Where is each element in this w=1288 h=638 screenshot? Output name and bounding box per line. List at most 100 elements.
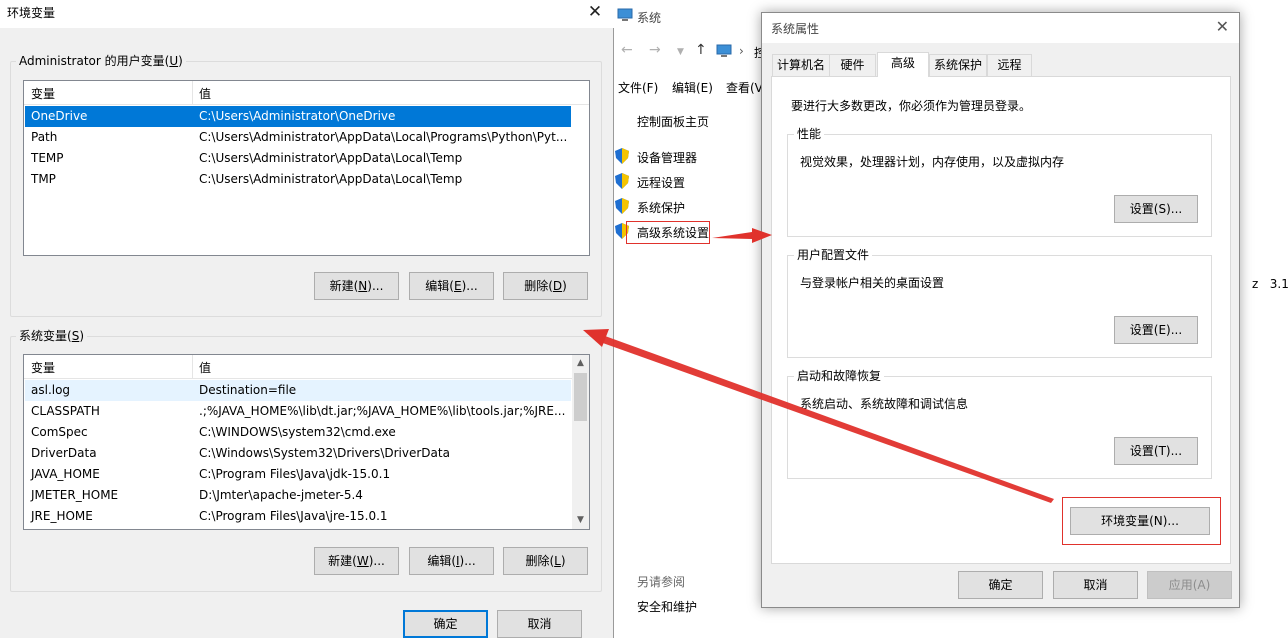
env-titlebar: 环境变量 ✕	[0, 0, 614, 28]
list-header: 变量 值	[24, 355, 572, 379]
table-row[interactable]: JMETER_HOME D:\Jmter\apache-jmeter-5.4	[25, 485, 571, 506]
admin-note: 要进行大多数更改，你必须作为管理员登录。	[791, 99, 1032, 113]
link-security-maintenance[interactable]: 安全和维护	[637, 598, 697, 615]
link-system-protection[interactable]: 系统保护	[637, 199, 685, 216]
group-title: 启动和故障恢复	[794, 368, 885, 384]
table-row[interactable]: OneDrive C:\Users\Administrator\OneDrive	[25, 106, 571, 127]
tab-remote[interactable]: 远程	[987, 54, 1032, 76]
scroll-up-icon[interactable]: ▲	[572, 355, 589, 372]
truncated-info-text: z 3.19 C	[1252, 277, 1288, 291]
system-new-button[interactable]: 新建(W)...	[314, 547, 399, 575]
column-header-value[interactable]: 值	[199, 85, 211, 102]
variable-value: C:\Windows\System32\Drivers\DriverData	[199, 446, 450, 460]
up-icon[interactable]: ↑	[695, 42, 707, 58]
variable-value: C:\WINDOWS\system32\cmd.exe	[199, 425, 396, 439]
menu-bar: 文件(F) 编辑(E) 查看(V	[615, 76, 765, 98]
close-icon[interactable]: ✕	[1216, 17, 1229, 36]
variable-value: C:\Users\Administrator\AppData\Local\Tem…	[199, 151, 463, 165]
column-header-variable[interactable]: 变量	[31, 359, 55, 376]
menu-view[interactable]: 查看(V	[726, 79, 763, 96]
startup-recovery-group: 启动和故障恢复 系统启动、系统故障和调试信息 设置(T)...	[787, 368, 1212, 479]
menu-edit[interactable]: 编辑(E)	[672, 79, 713, 96]
variable-value: C:\Program Files\Java\jdk-15.0.1	[199, 467, 391, 481]
startup-settings-button[interactable]: 设置(T)...	[1114, 437, 1198, 465]
ok-button[interactable]: 确定	[958, 571, 1043, 599]
system-edit-button[interactable]: 编辑(I)...	[409, 547, 494, 575]
table-row[interactable]: DriverData C:\Windows\System32\Drivers\Dr…	[25, 443, 571, 464]
variable-value: C:\Users\Administrator\OneDrive	[199, 109, 396, 123]
table-row[interactable]: JRE_HOME C:\Program Files\Java\jre-15.0.1	[25, 506, 571, 527]
tab-system-protection[interactable]: 系统保护	[929, 54, 987, 76]
link-device-manager[interactable]: 设备管理器	[637, 149, 697, 166]
tab-computer-name[interactable]: 计算机名	[772, 54, 830, 76]
back-icon[interactable]: ←	[621, 42, 633, 58]
group-description: 与登录帐户相关的桌面设置	[800, 276, 945, 290]
system-properties-dialog: 系统属性 ✕ 计算机名 硬件 高级 系统保护 远程 要进行大多数更改，你必须作为…	[761, 12, 1240, 608]
performance-group: 性能 视觉效果，处理器计划，内存使用，以及虚拟内存 设置(S)...	[787, 126, 1212, 237]
table-row[interactable]: TMP C:\Users\Administrator\AppData\Local\…	[25, 169, 571, 190]
variable-name: DriverData	[31, 446, 97, 460]
breadcrumb-separator: ›	[739, 44, 744, 58]
user-edit-button[interactable]: 编辑(E)...	[409, 272, 494, 300]
variable-value: .;%JAVA_HOME%\lib\dt.jar;%JAVA_HOME%\lib…	[199, 404, 566, 418]
group-title: 用户配置文件	[794, 247, 873, 263]
control-panel-home-link[interactable]: 控制面板主页	[637, 113, 709, 130]
scroll-thumb[interactable]	[574, 373, 587, 421]
see-also-label: 另请参阅	[637, 575, 686, 589]
table-row[interactable]: Path C:\Users\Administrator\AppData\Local…	[25, 127, 571, 148]
environment-variables-button[interactable]: 环境变量(N)...	[1070, 507, 1210, 535]
group-description: 视觉效果，处理器计划，内存使用，以及虚拟内存	[800, 155, 1065, 169]
user-variables-title: Administrator 的用户变量(U)	[16, 54, 186, 68]
table-row[interactable]: ComSpec C:\WINDOWS\system32\cmd.exe	[25, 422, 571, 443]
system-variables-list[interactable]: 变量 值 asl.log Destination=file CLASSPATH.;%…	[23, 354, 590, 530]
column-header-variable[interactable]: 变量	[31, 85, 55, 102]
variable-value: Destination=file	[199, 383, 297, 397]
computer-icon	[617, 8, 633, 21]
cancel-button[interactable]: 取消	[497, 610, 582, 638]
shield-icon	[615, 173, 629, 189]
variable-name: asl.log	[31, 383, 71, 397]
user-delete-button[interactable]: 删除(D)	[503, 272, 588, 300]
tab-advanced[interactable]: 高级	[877, 52, 929, 77]
variable-name: TEMP	[31, 151, 64, 165]
system-variables-title: 系统变量(S)	[16, 329, 87, 343]
group-description: 系统启动、系统故障和调试信息	[800, 397, 969, 411]
scroll-down-icon[interactable]: ▼	[572, 512, 589, 529]
user-new-button[interactable]: 新建(N)...	[314, 272, 399, 300]
shield-icon	[615, 198, 629, 214]
table-row[interactable]: TEMP C:\Users\Administrator\AppData\Local…	[25, 148, 571, 169]
table-row[interactable]: asl.log Destination=file	[25, 380, 571, 401]
performance-settings-button[interactable]: 设置(S)...	[1114, 195, 1198, 223]
chevron-down-icon[interactable]: ▼	[677, 47, 684, 57]
window-title: 系统	[637, 11, 662, 25]
variable-name: JAVA_HOME	[31, 467, 100, 481]
annotation-highlight-box	[626, 221, 710, 244]
link-remote-settings[interactable]: 远程设置	[637, 174, 685, 191]
dialog-title: 系统属性	[771, 22, 820, 36]
computer-icon	[716, 44, 732, 57]
variable-name: JMETER_HOME	[31, 488, 119, 502]
system-delete-button[interactable]: 删除(L)	[503, 547, 588, 575]
ok-button[interactable]: 确定	[403, 610, 488, 638]
variable-value: C:\Users\Administrator\AppData\Local\Pro…	[199, 130, 568, 144]
dialog-title: 环境变量	[7, 6, 56, 20]
forward-icon[interactable]: →	[649, 42, 661, 58]
menu-file[interactable]: 文件(F)	[618, 79, 658, 96]
column-header-value[interactable]: 值	[199, 359, 211, 376]
tab-hardware[interactable]: 硬件	[829, 54, 876, 76]
variable-name: CLASSPATH	[31, 404, 100, 418]
user-variables-list[interactable]: 变量 值 OneDrive C:\Users\Administrator\OneD…	[23, 80, 590, 256]
close-icon[interactable]: ✕	[582, 1, 608, 25]
apply-button[interactable]: 应用(A)	[1147, 571, 1232, 599]
variable-name: OneDrive	[31, 109, 88, 123]
shield-icon	[615, 148, 629, 164]
table-row[interactable]: CLASSPATH .;%JAVA_HOME%\lib\dt.jar;%JAVA_…	[25, 401, 571, 422]
variable-name: Path	[31, 130, 58, 144]
cancel-button[interactable]: 取消	[1053, 571, 1138, 599]
variable-value: D:\Jmter\apache-jmeter-5.4	[199, 488, 363, 502]
table-row[interactable]: JAVA_HOME C:\Program Files\Java\jdk-15.0.…	[25, 464, 571, 485]
props-titlebar: 系统属性 ✕	[762, 13, 1239, 43]
variable-value: C:\Users\Administrator\AppData\Local\Tem…	[199, 172, 463, 186]
vertical-scrollbar[interactable]: ▲ ▼	[572, 355, 589, 529]
profile-settings-button[interactable]: 设置(E)...	[1114, 316, 1198, 344]
